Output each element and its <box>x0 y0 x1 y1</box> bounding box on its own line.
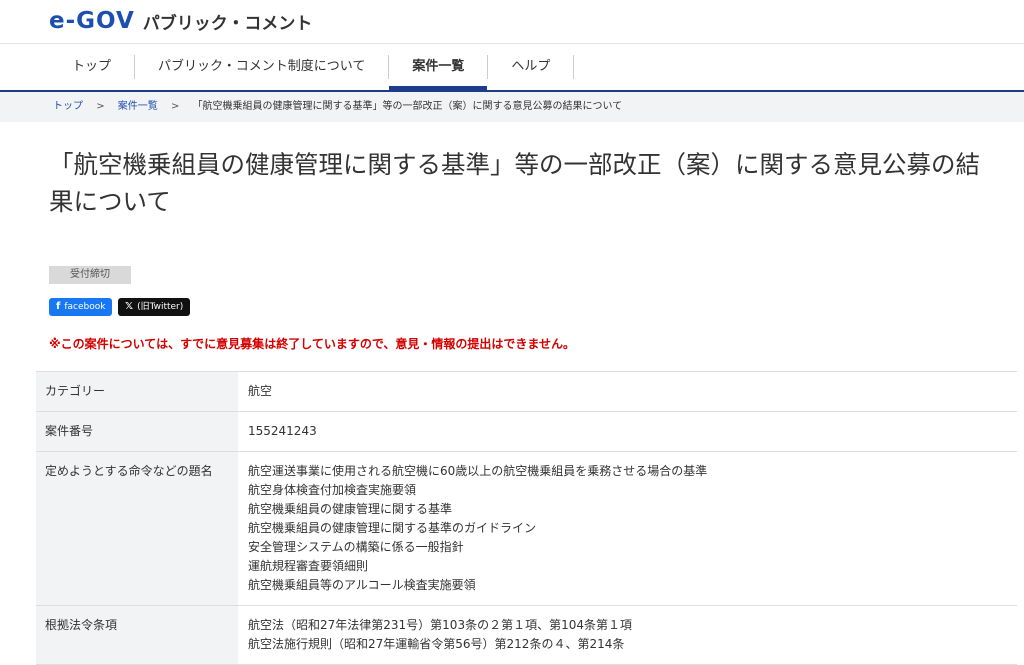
breadcrumb-current: 「航空機乗組員の健康管理に関する基準」等の一部改正（案）に関する意見公募の結果に… <box>192 101 623 112</box>
value-line: 安全管理システムの構築に係る一般指針 <box>248 540 464 554</box>
row-label: 案件番号 <box>36 411 238 452</box>
value-line: 航空運送事業に使用される航空機に60歳以上の航空機乗組員を乗務させる場合の基準 <box>248 464 708 478</box>
x-share-button[interactable]: 𝕏 (旧Twitter) <box>118 298 191 316</box>
row-value: 航空法（昭和27年法律第231号）第103条の２第１項、第104条第１項 航空法… <box>238 605 1017 665</box>
value-line: 運航規程審査要領細則 <box>248 559 369 573</box>
case-info-table: カテゴリー 航空 案件番号 155241243 定めようとする命令などの題名 航… <box>36 371 1017 665</box>
facebook-icon: f <box>56 301 61 312</box>
row-value: 航空運送事業に使用される航空機に60歳以上の航空機乗組員を乗務させる場合の基準 … <box>238 451 1017 606</box>
x-label: (旧Twitter) <box>137 302 184 312</box>
breadcrumb-case-list[interactable]: 案件一覧 <box>118 101 158 112</box>
breadcrumb: トップ > 案件一覧 > 「航空機乗組員の健康管理に関する基準」等の一部改正（案… <box>0 92 1024 122</box>
egov-logo[interactable]: e-GOV パブリック・コメント <box>49 8 312 34</box>
page-title: 「航空機乗組員の健康管理に関する基準」等の一部改正（案）に関する意見公募の結果に… <box>49 150 980 216</box>
value-line: 航空法（昭和27年法律第231号）第103条の２第１項、第104条第１項 <box>248 618 632 632</box>
row-label: カテゴリー <box>36 371 238 412</box>
row-label: 定めようとする命令などの題名 <box>36 451 238 606</box>
facebook-share-button[interactable]: f facebook <box>49 298 113 316</box>
breadcrumb-top[interactable]: トップ <box>53 101 83 112</box>
nav-case-list[interactable]: 案件一覧 <box>389 55 489 90</box>
nav-about[interactable]: パブリック・コメント制度について <box>135 55 390 79</box>
value-line: 航空法施行規則（昭和27年運輸省令第56号）第212条の４、第214条 <box>248 637 625 651</box>
nav-top[interactable]: トップ <box>49 55 136 79</box>
breadcrumb-separator: > <box>170 101 180 112</box>
facebook-label: facebook <box>64 302 106 312</box>
value-line: 155241243 <box>248 424 317 438</box>
status-badge: 受付締切 <box>49 266 131 284</box>
table-row: 定めようとする命令などの題名 航空運送事業に使用される航空機に60歳以上の航空機… <box>36 451 1017 606</box>
row-label: 根拠法令条項 <box>36 605 238 665</box>
logo-mark: e-GOV <box>49 8 135 34</box>
logo-text: パブリック・コメント <box>142 13 313 34</box>
x-icon: 𝕏 <box>125 301 134 312</box>
table-row: カテゴリー 航空 <box>36 371 1017 412</box>
row-value: 航空 <box>238 371 1017 412</box>
value-line: 航空身体検査付加検査実施要領 <box>248 483 417 497</box>
value-line: 航空 <box>248 384 273 398</box>
global-nav: トップ パブリック・コメント制度について 案件一覧 ヘルプ <box>0 43 1024 92</box>
row-value: 155241243 <box>238 411 1017 452</box>
value-line: 航空機乗組員の健康管理に関する基準 <box>248 502 453 516</box>
nav-help[interactable]: ヘルプ <box>488 55 575 79</box>
table-row: 案件番号 155241243 <box>36 411 1017 452</box>
site-header: e-GOV パブリック・コメント <box>0 0 1024 43</box>
closed-notice: ※この案件については、すでに意見募集は終了していますので、意見・情報の提出はでき… <box>49 337 575 351</box>
breadcrumb-separator: > <box>96 101 105 112</box>
table-row: 根拠法令条項 航空法（昭和27年法律第231号）第103条の２第１項、第104条… <box>36 605 1017 665</box>
value-line: 航空機乗組員の健康管理に関する基準のガイドライン <box>248 521 537 535</box>
value-line: 航空機乗組員等のアルコール検査実施要領 <box>248 578 476 592</box>
